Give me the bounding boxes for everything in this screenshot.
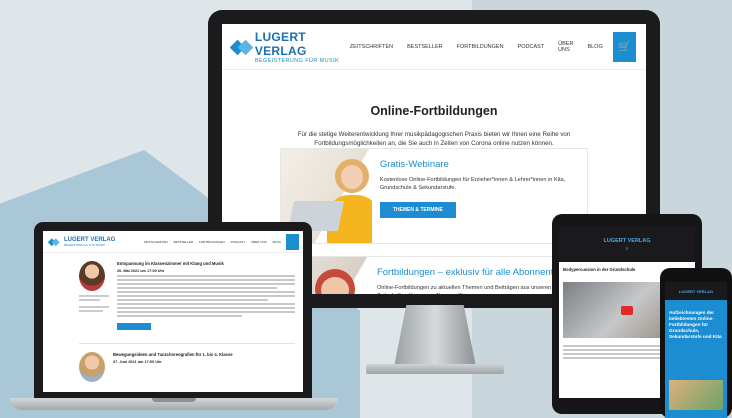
page-title: Online-Fortbildungen [370,104,498,118]
brand-name: LUGERT VERLAG [254,29,307,58]
register-button[interactable] [117,323,151,330]
page-intro: Für die stetige Weiterentwicklung Ihrer … [297,131,571,147]
speaker-avatar [79,352,105,382]
tablet-header: LUGERT VERLAG ☰ [559,226,695,262]
phone-image [669,380,723,410]
card-text: Kostenlose Online-Fortbildungen für Erzi… [379,177,566,191]
nav-item-ueber-uns[interactable]: ÜBER UNS [558,41,573,53]
card-webinare: Gratis-Webinare Kostenlose Online-Fortbi… [280,148,588,244]
laptop-screen: LUGERT VERLAG BEGEISTERUNG FÜR MUSIK ZEI… [43,231,303,392]
nav-item-blog[interactable]: BLOG [273,240,281,244]
monitor-foot [366,364,504,374]
site-header: LUGERT VERLAG BEGEISTERUNG FÜR MUSIK ZEI… [222,24,646,70]
brand-tagline: BEGEISTERUNG FÜR MUSIK [254,57,340,64]
logo-icon [47,237,60,246]
nav-item-bestseller[interactable]: BESTSELLER [407,44,442,50]
monitor-stand [394,305,476,367]
brand-name: LUGERT VERLAG [64,236,116,243]
event-date: 26. Mai 2021 um 17:00 Uhr [117,269,165,273]
event-item: Bewegungsideen und Tanzchoreografien für… [43,344,303,382]
laptop-notch [152,398,196,402]
menu-icon[interactable]: ☰ [626,247,629,251]
speaker-info [79,295,109,312]
laptop-nav: ZEITSCHRIFTEN BESTSELLER FORTBILDUNGEN P… [144,240,281,244]
event-item: Entspannung im Klassenzimmer mit Klang u… [43,253,303,335]
cart-button[interactable]: 🛒 [612,31,636,62]
brand-logo[interactable]: LUGERT VERLAG BEGEISTERUNG FÜR MUSIK [229,29,350,64]
brand-name[interactable]: LUGERT VERLAG [679,289,713,294]
nav-item-blog[interactable]: BLOG [587,44,602,50]
laptop-logo[interactable]: LUGERT VERLAG BEGEISTERUNG FÜR MUSIK [47,233,116,251]
laptop-header: LUGERT VERLAG BEGEISTERUNG FÜR MUSIK ZEI… [43,231,303,253]
brand-name[interactable]: LUGERT VERLAG [603,238,650,244]
nav-item-ueber-uns[interactable]: ÜBER UNS [251,240,267,244]
play-icon[interactable] [621,306,633,315]
card-text: Online-Fortbildungen zu aktuellen Themen… [376,285,552,294]
phone-header: LUGERT VERLAG [665,282,727,300]
logo-icon [229,38,254,56]
smartphone: LUGERT VERLAG Aufzeichnungen der beliebt… [660,268,732,418]
nav-item-podcast[interactable]: PODCAST [231,240,246,244]
speaker-avatar [79,261,105,291]
nav-item-zeitschriften[interactable]: ZEITSCHRIFTEN [350,44,393,50]
nav-item-zeitschriften[interactable]: ZEITSCHRIFTEN [144,240,168,244]
phone-headline: Aufzeichnungen der beliebtesten Online-F… [669,310,722,339]
brand-tagline: BEGEISTERUNG FÜR MUSIK [64,242,106,247]
event-title: Entspannung im Klassenzimmer mit Klang u… [117,261,224,266]
phone-screen: LUGERT VERLAG Aufzeichnungen der beliebt… [665,282,727,418]
cart-button[interactable] [286,233,299,250]
nav-item-fortbildungen[interactable]: FORTBILDUNGEN [199,240,225,244]
main-nav: ZEITSCHRIFTEN BESTSELLER FORTBILDUNGEN P… [350,41,603,53]
card-title: Gratis-Webinare [379,159,449,170]
themen-termine-button[interactable]: THEMEN & TERMINE [379,202,456,218]
event-date: 07. Juni 2021 um 17:00 Uhr [113,360,162,364]
nav-item-bestseller[interactable]: BESTSELLER [174,240,193,244]
nav-item-fortbildungen[interactable]: FORTBILDUNGEN [457,44,504,50]
nav-item-podcast[interactable]: PODCAST [518,44,545,50]
event-description [117,275,295,317]
event-title: Bewegungsideen und Tanzchoreografien für… [113,352,233,357]
card-abonnenten: Fortbildungen – exklusiv für alle Abonne… [280,256,588,294]
card-title: Fortbildungen – exklusiv für alle Abonne… [376,267,564,278]
laptop: LUGERT VERLAG BEGEISTERUNG FÜR MUSIK ZEI… [34,222,312,398]
cart-icon: 🛒 [617,41,632,53]
